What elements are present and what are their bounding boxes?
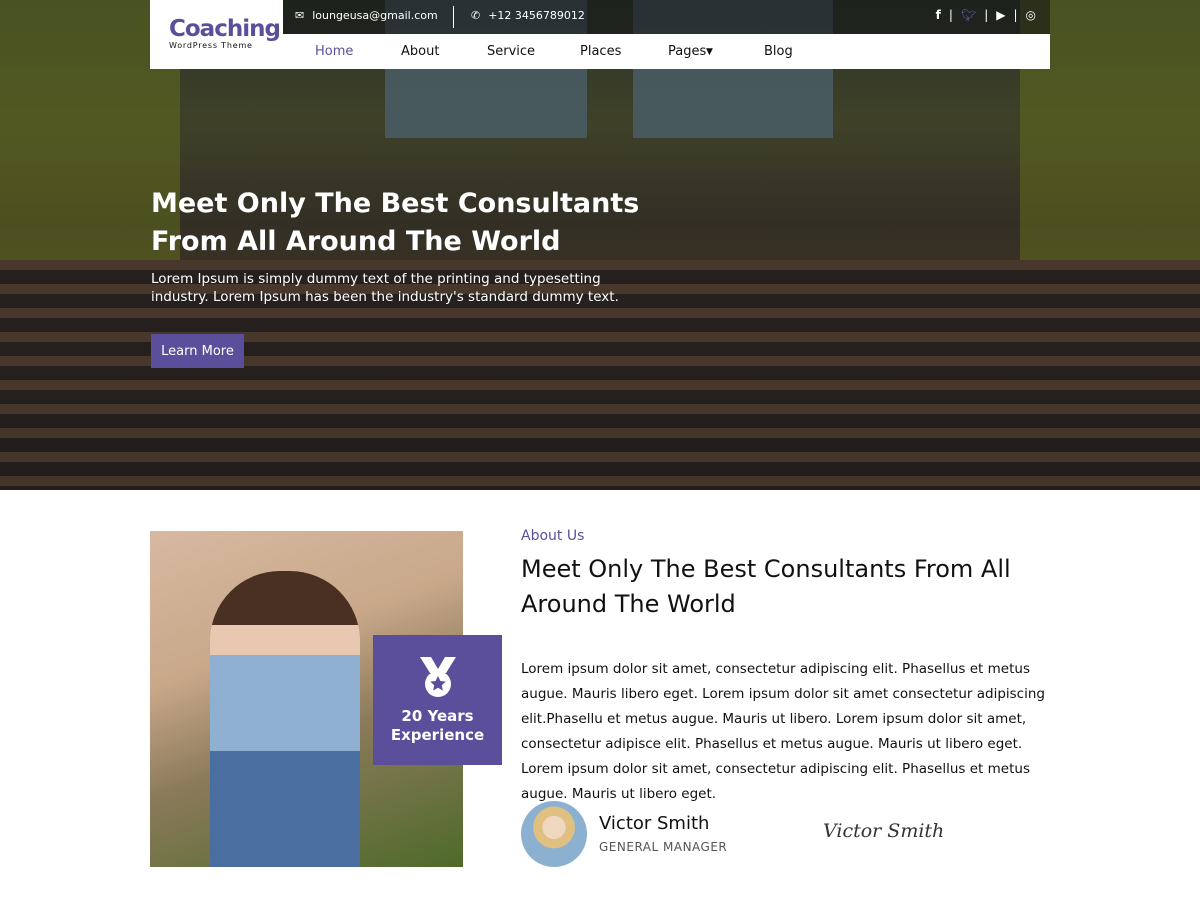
person-name: Victor Smith bbox=[599, 813, 710, 834]
phone-link[interactable]: +12 3456789012 bbox=[488, 9, 585, 22]
about-title: Meet Only The Best Consultants From All … bbox=[521, 555, 1011, 618]
chevron-down-icon: ▼ bbox=[706, 47, 713, 57]
nav-pages[interactable]: Pages bbox=[668, 44, 706, 59]
divider bbox=[453, 6, 454, 28]
student-figure bbox=[210, 571, 360, 867]
hero-title: Meet Only The Best Consultants From All … bbox=[151, 188, 640, 257]
main-nav: Home About Service Places Pages ▼ Blog bbox=[283, 34, 1050, 69]
learn-more-button[interactable]: Learn More bbox=[151, 334, 244, 368]
about-body: Lorem ipsum dolor sit amet, consectetur … bbox=[521, 661, 1045, 802]
experience-label: Experience bbox=[390, 726, 485, 744]
experience-years: 20 Years bbox=[401, 707, 474, 725]
section-label: About Us bbox=[521, 528, 585, 544]
logo[interactable]: Coaching WordPress Theme bbox=[150, 0, 283, 69]
experience-badge: 20 Years Experience bbox=[373, 635, 502, 765]
facebook-icon[interactable]: f bbox=[936, 8, 941, 22]
nav-about[interactable]: About bbox=[401, 44, 439, 59]
instagram-icon[interactable]: ◎ bbox=[1026, 8, 1036, 22]
hero-content: Meet Only The Best Consultants From All … bbox=[151, 185, 671, 306]
nav-service[interactable]: Service bbox=[487, 44, 535, 59]
signature: Victor Smith bbox=[823, 820, 945, 842]
nav-home[interactable]: Home bbox=[315, 44, 353, 59]
avatar bbox=[521, 801, 587, 867]
medal-icon bbox=[419, 657, 456, 697]
hero-text: Lorem Ipsum is simply dummy text of the … bbox=[151, 271, 619, 305]
top-bar: ✉ loungeusa@gmail.com ✆ +12 3456789012 f | … bbox=[283, 0, 1050, 34]
email-link[interactable]: loungeusa@gmail.com bbox=[312, 9, 437, 22]
logo-tagline: WordPress Theme bbox=[169, 41, 253, 50]
person-role: GENERAL MANAGER bbox=[599, 840, 728, 854]
logo-title: Coaching bbox=[169, 16, 281, 42]
nav-blog[interactable]: Blog bbox=[764, 44, 793, 59]
about-section: About Us Meet Only The Best Consultants … bbox=[521, 528, 1051, 807]
social-links: f | 🐦︎ | ▶ | ◎ bbox=[935, 8, 1036, 22]
nav-places[interactable]: Places bbox=[580, 44, 621, 59]
twitter-icon[interactable]: 🐦︎ bbox=[961, 8, 976, 22]
email-icon: ✉ bbox=[295, 9, 305, 22]
phone-icon: ✆ bbox=[471, 9, 481, 22]
youtube-icon[interactable]: ▶ bbox=[996, 8, 1005, 22]
